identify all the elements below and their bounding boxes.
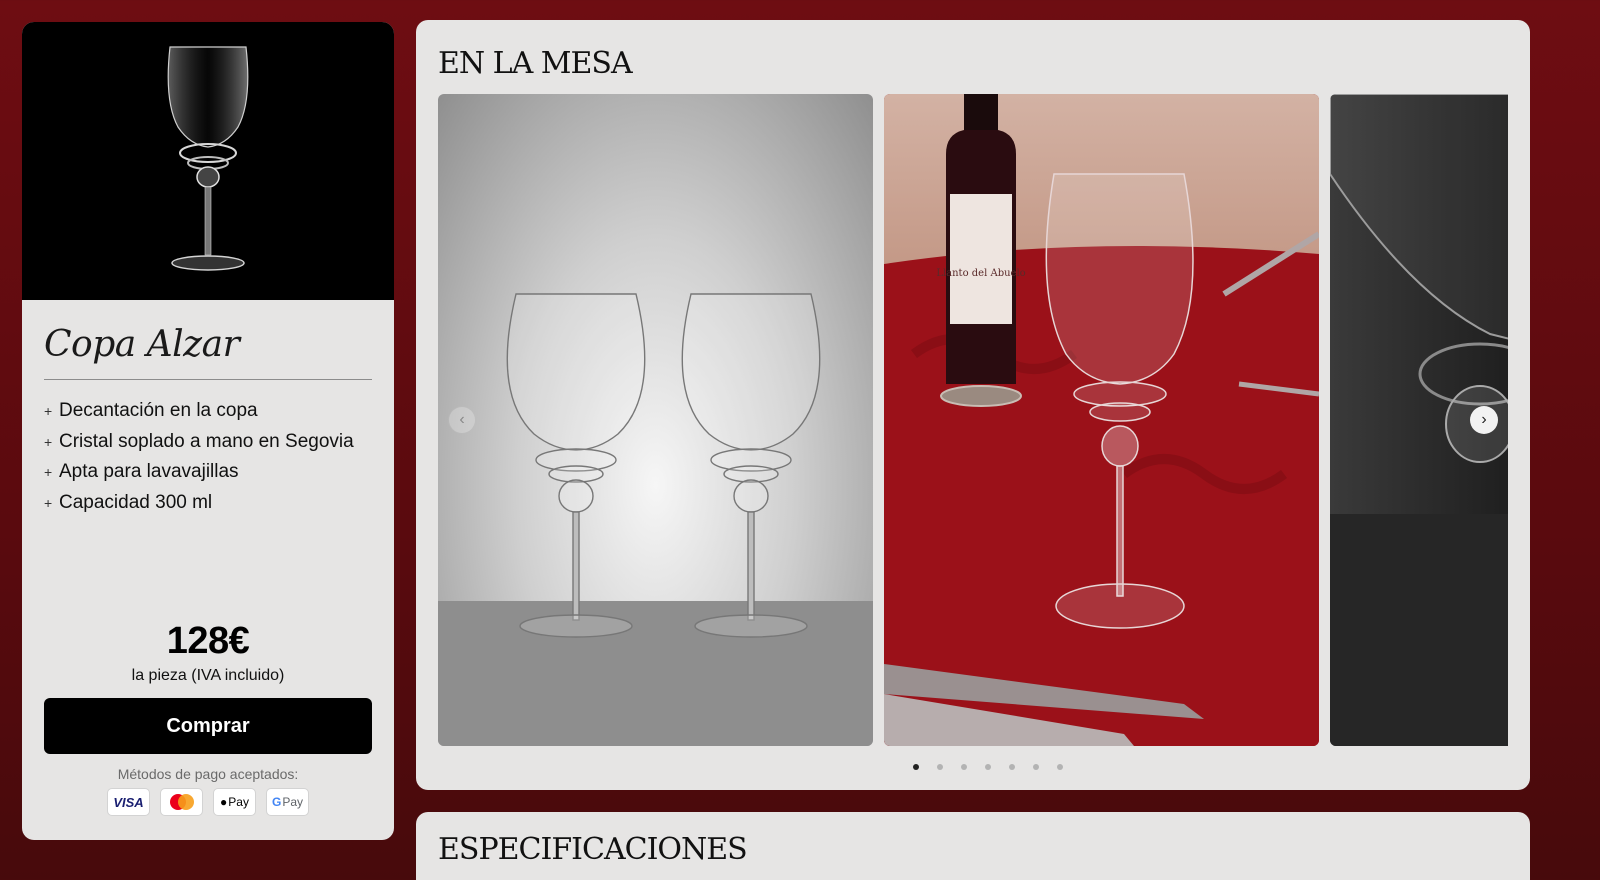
pagination-dot[interactable] xyxy=(961,764,967,770)
plus-icon: + xyxy=(44,494,53,511)
carousel-prev-button[interactable]: ‹ xyxy=(448,406,476,434)
payment-methods: VISA ● Pay G Pay xyxy=(22,788,394,816)
gallery-panel: EN LA MESA ‹ Llanto del Abuelo › xyxy=(416,20,1530,790)
feature-item: + Cristal soplado a mano en Segovia xyxy=(44,430,354,452)
carousel-slide[interactable]: Llanto del Abuelo xyxy=(884,94,1319,746)
pagination-dot[interactable] xyxy=(937,764,943,770)
price-block: 128€ la pieza (IVA incluido) xyxy=(44,620,372,685)
image-carousel[interactable]: ‹ Llanto del Abuelo › xyxy=(438,94,1508,746)
apple-pay-icon: ● Pay xyxy=(213,788,256,816)
carousel-next-button[interactable]: › xyxy=(1470,406,1498,434)
carousel-slide[interactable]: ‹ xyxy=(438,94,873,746)
plus-icon: + xyxy=(44,464,53,481)
feature-list: + Decantación en la copa + Cristal soplado… xyxy=(44,396,372,518)
specs-panel: ESPECIFICACIONES xyxy=(416,812,1530,880)
plus-icon: + xyxy=(44,403,53,420)
mastercard-icon xyxy=(160,788,203,816)
wine-glass-image xyxy=(167,46,249,271)
pagination-dot[interactable] xyxy=(985,764,991,770)
two-glasses-image xyxy=(506,293,821,638)
buy-button[interactable]: Comprar xyxy=(44,698,372,754)
product-card: Copa Alzar + Decantación en la copa + Cris… xyxy=(22,22,394,840)
pagination-dot[interactable] xyxy=(1033,764,1039,770)
google-pay-icon: G Pay xyxy=(266,788,309,816)
specs-title: ESPECIFICACIONES xyxy=(438,832,748,867)
gallery-title: EN LA MESA xyxy=(438,46,633,81)
product-hero-image xyxy=(22,22,394,300)
price: 128€ xyxy=(166,620,250,662)
plus-icon: + xyxy=(44,433,53,450)
wine-label-text: Llanto del Abuelo xyxy=(936,268,1025,279)
price-note: la pieza (IVA incluido) xyxy=(131,667,285,684)
feature-item: + Decantación en la copa xyxy=(44,400,258,422)
feature-item: + Apta para lavavajillas xyxy=(44,461,239,483)
visa-icon: VISA xyxy=(107,788,150,816)
product-title: Copa Alzar xyxy=(44,324,372,380)
pagination-dot[interactable] xyxy=(1057,764,1063,770)
feature-item: + Capacidad 300 ml xyxy=(44,491,213,513)
pagination-dot[interactable] xyxy=(913,764,919,770)
pagination-dot[interactable] xyxy=(1009,764,1015,770)
product-info: Copa Alzar + Decantación en la copa + Cris… xyxy=(22,300,394,840)
carousel-pagination xyxy=(416,764,1530,770)
table-setting-image: Llanto del Abuelo xyxy=(884,94,1319,746)
payment-methods-label: Métodos de pago aceptados: xyxy=(117,766,299,782)
